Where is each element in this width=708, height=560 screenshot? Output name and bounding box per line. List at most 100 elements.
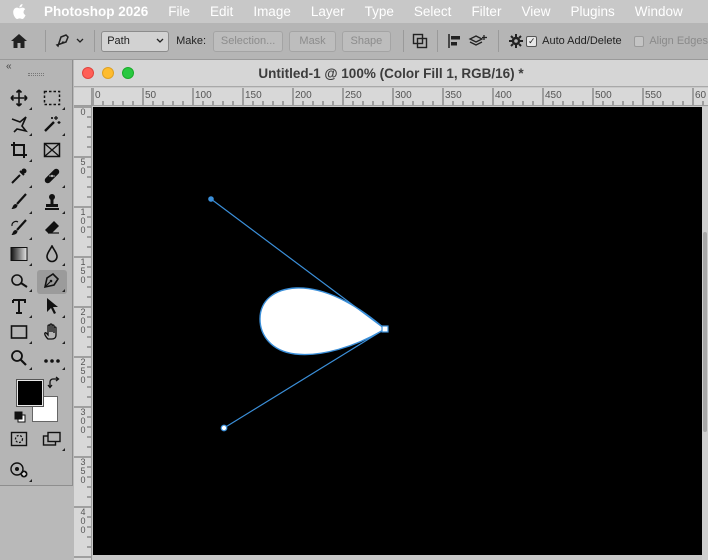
quick-mask-tool[interactable] — [4, 429, 34, 453]
menu-edit[interactable]: Edit — [200, 0, 243, 23]
menu-plugins[interactable]: Plugins — [560, 0, 624, 23]
screen-mode-icon — [42, 431, 62, 452]
pen-tool-preset-icon[interactable] — [52, 29, 89, 53]
collapse-panel-icon[interactable]: « — [6, 61, 12, 72]
vertical-ruler[interactable]: 0 50 100 150 200 250 300 350 400 — [74, 106, 92, 560]
rectangle-tool[interactable] — [4, 322, 34, 346]
apple-menu-icon[interactable] — [0, 0, 38, 23]
quick-mask-icon — [10, 431, 28, 452]
move-tool[interactable] — [4, 88, 34, 112]
path-alignment-icon[interactable] — [444, 29, 465, 53]
ruler-v-label: 300 — [80, 407, 86, 435]
anchor-point[interactable] — [381, 325, 389, 333]
pen-tool[interactable] — [37, 270, 67, 294]
ruler-h-label: 250 — [345, 90, 362, 101]
eyedropper-tool[interactable] — [4, 166, 34, 190]
menu-select[interactable]: Select — [404, 0, 462, 23]
dodge-icon — [10, 271, 28, 294]
foreground-color-swatch[interactable] — [17, 380, 43, 406]
path-operations-icon[interactable] — [410, 29, 431, 53]
align-edges-label: Align Edges — [649, 35, 708, 47]
path-arrangement-icon[interactable] — [465, 29, 492, 53]
blur-tool[interactable] — [37, 243, 67, 268]
frame-icon — [43, 142, 61, 163]
type-tool[interactable] — [4, 296, 34, 320]
pen-mode-value: Path — [107, 35, 130, 47]
options-separator — [402, 30, 404, 52]
options-separator — [44, 30, 46, 52]
magnifier-icon — [10, 349, 28, 372]
menu-filter[interactable]: Filter — [461, 0, 511, 23]
ruler-v-label: 400 — [80, 507, 86, 535]
ruler-v-label: 0 — [80, 107, 86, 117]
panel-grip[interactable] — [28, 73, 44, 76]
brush-tool[interactable] — [4, 192, 34, 216]
menu-layer[interactable]: Layer — [301, 0, 355, 23]
ruler-v-label: 150 — [80, 257, 86, 285]
rectangle-icon — [10, 324, 28, 345]
menu-type[interactable]: Type — [355, 0, 404, 23]
direction-handle-lower[interactable] — [220, 424, 228, 432]
hand-tool[interactable] — [37, 322, 67, 346]
chevron-down-icon — [156, 35, 164, 47]
horizontal-ruler[interactable]: 0 50 100 150 200 250 300 350 400 450 500… — [92, 88, 708, 106]
auto-add-delete-label: Auto Add/Delete — [542, 35, 622, 47]
lasso-tool[interactable] — [4, 114, 34, 138]
frame-tool[interactable] — [37, 140, 67, 164]
home-icon[interactable] — [0, 29, 39, 53]
menu-file[interactable]: File — [158, 0, 200, 23]
align-edges-checkbox[interactable] — [633, 35, 645, 47]
ruler-origin[interactable] — [74, 88, 92, 106]
document-titlebar: Untitled-1 @ 100% (Color Fill 1, RGB/16)… — [74, 60, 708, 87]
default-colors-icon[interactable] — [14, 410, 26, 428]
gradient-tool[interactable] — [4, 244, 34, 268]
menu-view[interactable]: View — [511, 0, 560, 23]
history-brush-icon — [10, 218, 28, 242]
brush-icon — [10, 192, 28, 216]
options-separator — [94, 30, 96, 52]
ruler-h-label: 50 — [145, 90, 157, 101]
eraser-tool[interactable] — [37, 218, 67, 242]
document-title: Untitled-1 @ 100% (Color Fill 1, RGB/16)… — [258, 66, 524, 81]
healing-brush-tool[interactable] — [37, 166, 67, 190]
screen-mode-tool[interactable] — [37, 429, 67, 453]
ruler-h-label: 100 — [195, 90, 212, 101]
ruler-v-label: 200 — [80, 307, 86, 335]
tools-panel: « — [0, 60, 73, 486]
gear-icon[interactable] — [505, 29, 526, 53]
make-selection-button[interactable]: Selection... — [213, 30, 284, 52]
pen-mode-select[interactable]: Path — [101, 30, 170, 52]
canvas-drawing — [208, 196, 389, 432]
path-selection-tool[interactable] — [37, 296, 67, 320]
ruler-v-label: 250 — [80, 357, 86, 385]
app-name-menu[interactable]: Photoshop 2026 — [38, 0, 158, 23]
make-label: Make: — [176, 35, 207, 47]
crop-tool[interactable] — [4, 140, 34, 164]
droplet-icon — [45, 243, 59, 268]
vertical-scrollbar[interactable] — [702, 107, 708, 560]
canvas[interactable] — [93, 107, 702, 555]
edit-toolbar-button[interactable] — [4, 460, 34, 484]
zoom-tool[interactable] — [4, 348, 34, 372]
direction-handle-upper[interactable] — [208, 196, 214, 202]
dodge-tool[interactable] — [4, 270, 34, 294]
swap-colors-icon[interactable] — [47, 376, 61, 395]
more-tools[interactable] — [37, 348, 67, 372]
menu-image[interactable]: Image — [243, 0, 301, 23]
make-shape-button[interactable]: Shape — [341, 30, 391, 52]
magic-wand-tool[interactable] — [37, 114, 67, 138]
ruler-h-label: 350 — [445, 90, 462, 101]
make-mask-button[interactable]: Mask — [289, 30, 336, 52]
bandage-icon — [43, 167, 61, 190]
history-brush-tool[interactable] — [4, 218, 34, 242]
ruler-h-label: 200 — [295, 90, 312, 101]
options-separator — [498, 30, 500, 52]
marquee-tool[interactable] — [37, 88, 67, 112]
options-bar: Path Make: Selection... Mask Shape ✓ Aut… — [0, 23, 708, 60]
gradient-icon — [10, 246, 28, 267]
menu-window[interactable]: Window — [625, 0, 693, 23]
scrollbar-thumb[interactable] — [703, 232, 707, 432]
teardrop-shape[interactable] — [259, 287, 387, 356]
clone-stamp-tool[interactable] — [37, 192, 67, 216]
auto-add-delete-checkbox[interactable]: ✓ — [526, 35, 538, 47]
